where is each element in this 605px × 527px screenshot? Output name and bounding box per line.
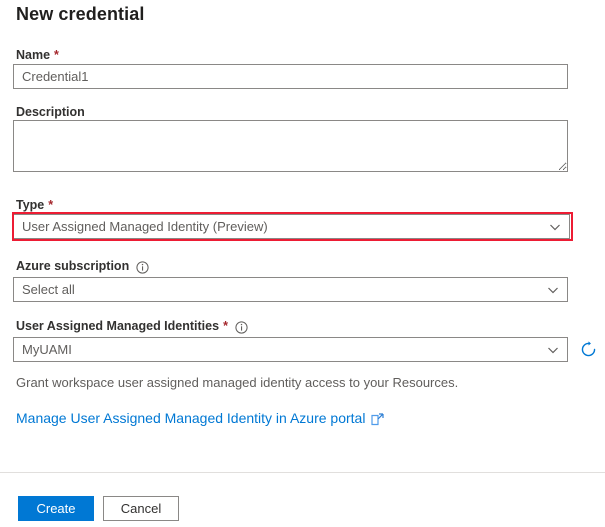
uami-selected-value: MyUAMI: [22, 338, 541, 361]
azure-subscription-dropdown[interactable]: Select all: [13, 277, 568, 302]
info-icon[interactable]: [235, 321, 248, 334]
footer-divider: [0, 472, 605, 473]
description-field-label: Description: [16, 104, 85, 120]
page-title: New credential: [16, 4, 144, 25]
name-input[interactable]: [13, 64, 568, 89]
description-label-text: Description: [16, 104, 85, 120]
chevron-down-icon: [547, 344, 559, 356]
name-field-label: Name *: [16, 47, 59, 63]
new-credential-panel: New credential Name * Description Type *…: [0, 0, 605, 527]
manage-uami-portal-link-label: Manage User Assigned Managed Identity in…: [16, 410, 365, 426]
azure-subscription-label-text: Azure subscription: [16, 258, 129, 274]
manage-uami-portal-link[interactable]: Manage User Assigned Managed Identity in…: [16, 410, 384, 426]
type-dropdown[interactable]: User Assigned Managed Identity (Preview): [13, 214, 570, 239]
azure-subscription-field-label: Azure subscription: [16, 258, 149, 274]
type-selected-value: User Assigned Managed Identity (Preview): [22, 215, 543, 238]
name-label-text: Name: [16, 47, 50, 63]
type-field-label: Type *: [16, 197, 53, 213]
chevron-down-icon: [549, 221, 561, 233]
uami-field-label: User Assigned Managed Identities *: [16, 318, 248, 334]
azure-subscription-selected-value: Select all: [22, 278, 541, 301]
uami-dropdown[interactable]: MyUAMI: [13, 337, 568, 362]
chevron-down-icon: [547, 284, 559, 296]
description-textarea[interactable]: [13, 120, 568, 172]
uami-label-text: User Assigned Managed Identities: [16, 318, 219, 334]
cancel-button[interactable]: Cancel: [103, 496, 179, 521]
required-asterisk: *: [48, 197, 53, 213]
helper-text: Grant workspace user assigned managed id…: [16, 375, 458, 390]
create-button[interactable]: Create: [18, 496, 94, 521]
required-asterisk: *: [223, 318, 228, 334]
required-asterisk: *: [54, 47, 59, 63]
refresh-icon[interactable]: [576, 336, 600, 362]
info-icon[interactable]: [136, 261, 149, 274]
type-label-text: Type: [16, 197, 44, 213]
external-link-icon: [371, 413, 384, 426]
